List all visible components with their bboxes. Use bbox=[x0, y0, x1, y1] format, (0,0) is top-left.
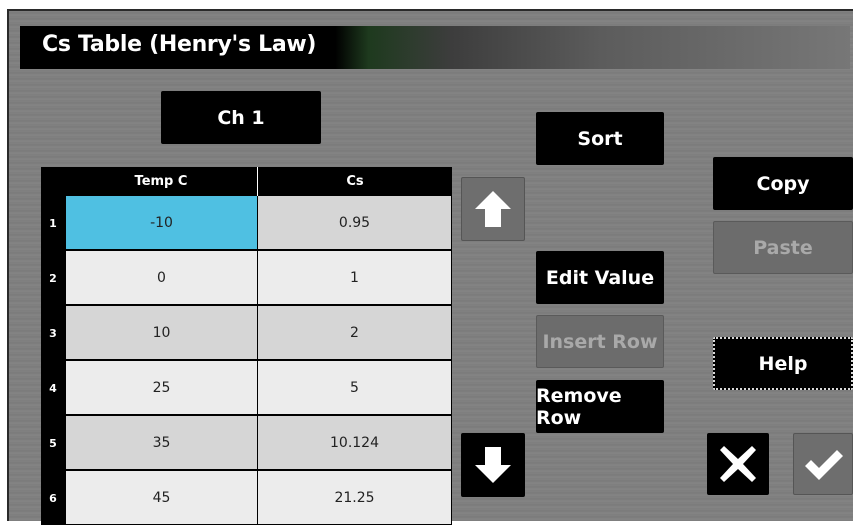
table-row[interactable]: 4 25 5 bbox=[41, 361, 452, 415]
close-icon bbox=[720, 446, 756, 482]
column-header-cs[interactable]: Cs bbox=[258, 167, 452, 196]
channel-button-label: Ch 1 bbox=[217, 106, 265, 129]
table-row[interactable]: 6 45 21.25 bbox=[41, 471, 452, 525]
channel-button[interactable]: Ch 1 bbox=[161, 91, 321, 144]
screen-panel: Cs Table (Henry's Law) Ch 1 Temp C Cs 1 … bbox=[7, 9, 853, 525]
table-row[interactable]: 5 35 10.124 bbox=[41, 416, 452, 470]
copy-button[interactable]: Copy bbox=[713, 157, 853, 210]
table-cell-cs[interactable]: 10.124 bbox=[258, 416, 451, 469]
edit-value-button-label: Edit Value bbox=[545, 266, 655, 289]
cancel-button[interactable] bbox=[707, 433, 769, 495]
window-title: Cs Table (Henry's Law) bbox=[42, 32, 317, 57]
table-row[interactable]: 2 0 1 bbox=[41, 251, 452, 305]
table-cell-cs[interactable]: 21.25 bbox=[258, 471, 451, 524]
scroll-up-button[interactable] bbox=[461, 177, 525, 241]
sort-button[interactable]: Sort bbox=[536, 112, 664, 165]
row-number: 3 bbox=[49, 326, 57, 340]
row-number: 1 bbox=[49, 216, 57, 230]
table-cell-cs[interactable]: 1 bbox=[258, 251, 451, 304]
table-cell-temp[interactable]: 35 bbox=[66, 416, 257, 469]
row-number: 2 bbox=[49, 271, 57, 285]
scroll-down-button[interactable] bbox=[461, 433, 525, 497]
table-cell-temp[interactable]: -10 bbox=[66, 196, 257, 249]
row-number: 5 bbox=[49, 436, 57, 450]
table-cell-temp[interactable]: 45 bbox=[66, 471, 257, 524]
table-cell-temp[interactable]: 0 bbox=[66, 251, 257, 304]
help-button[interactable]: Help bbox=[713, 337, 853, 390]
arrow-down-icon bbox=[475, 447, 511, 483]
table-cell-cs[interactable]: 0.95 bbox=[258, 196, 451, 249]
confirm-button[interactable] bbox=[793, 433, 853, 495]
paste-button[interactable]: Paste bbox=[713, 221, 853, 274]
paste-button-label: Paste bbox=[753, 236, 813, 259]
sort-button-label: Sort bbox=[577, 127, 623, 150]
table-row[interactable]: 1 -10 0.95 bbox=[41, 196, 452, 250]
checkmark-icon bbox=[805, 450, 843, 480]
arrow-up-icon bbox=[475, 191, 511, 227]
insert-row-button-label: Insert Row bbox=[542, 330, 658, 353]
help-button-label: Help bbox=[758, 352, 808, 375]
remove-row-button-label: Remove Row bbox=[536, 384, 622, 429]
table-cell-temp[interactable]: 10 bbox=[66, 306, 257, 359]
row-number: 4 bbox=[49, 381, 57, 395]
column-header-temp[interactable]: Temp C bbox=[65, 167, 258, 196]
insert-row-button[interactable]: Insert Row bbox=[536, 315, 664, 368]
remove-row-button[interactable]: Remove Row bbox=[536, 380, 664, 433]
table-row[interactable]: 3 10 2 bbox=[41, 306, 452, 360]
row-number: 6 bbox=[49, 491, 57, 505]
table-cell-cs[interactable]: 2 bbox=[258, 306, 451, 359]
table-cell-cs[interactable]: 5 bbox=[258, 361, 451, 414]
table-header: Temp C Cs bbox=[41, 167, 452, 196]
cs-table: Temp C Cs 1 -10 0.95 2 0 1 3 10 2 4 25 5… bbox=[41, 167, 452, 525]
title-bar: Cs Table (Henry's Law) bbox=[20, 26, 850, 69]
table-cell-temp[interactable]: 25 bbox=[66, 361, 257, 414]
copy-button-label: Copy bbox=[756, 172, 810, 195]
edit-value-button[interactable]: Edit Value bbox=[536, 251, 664, 304]
